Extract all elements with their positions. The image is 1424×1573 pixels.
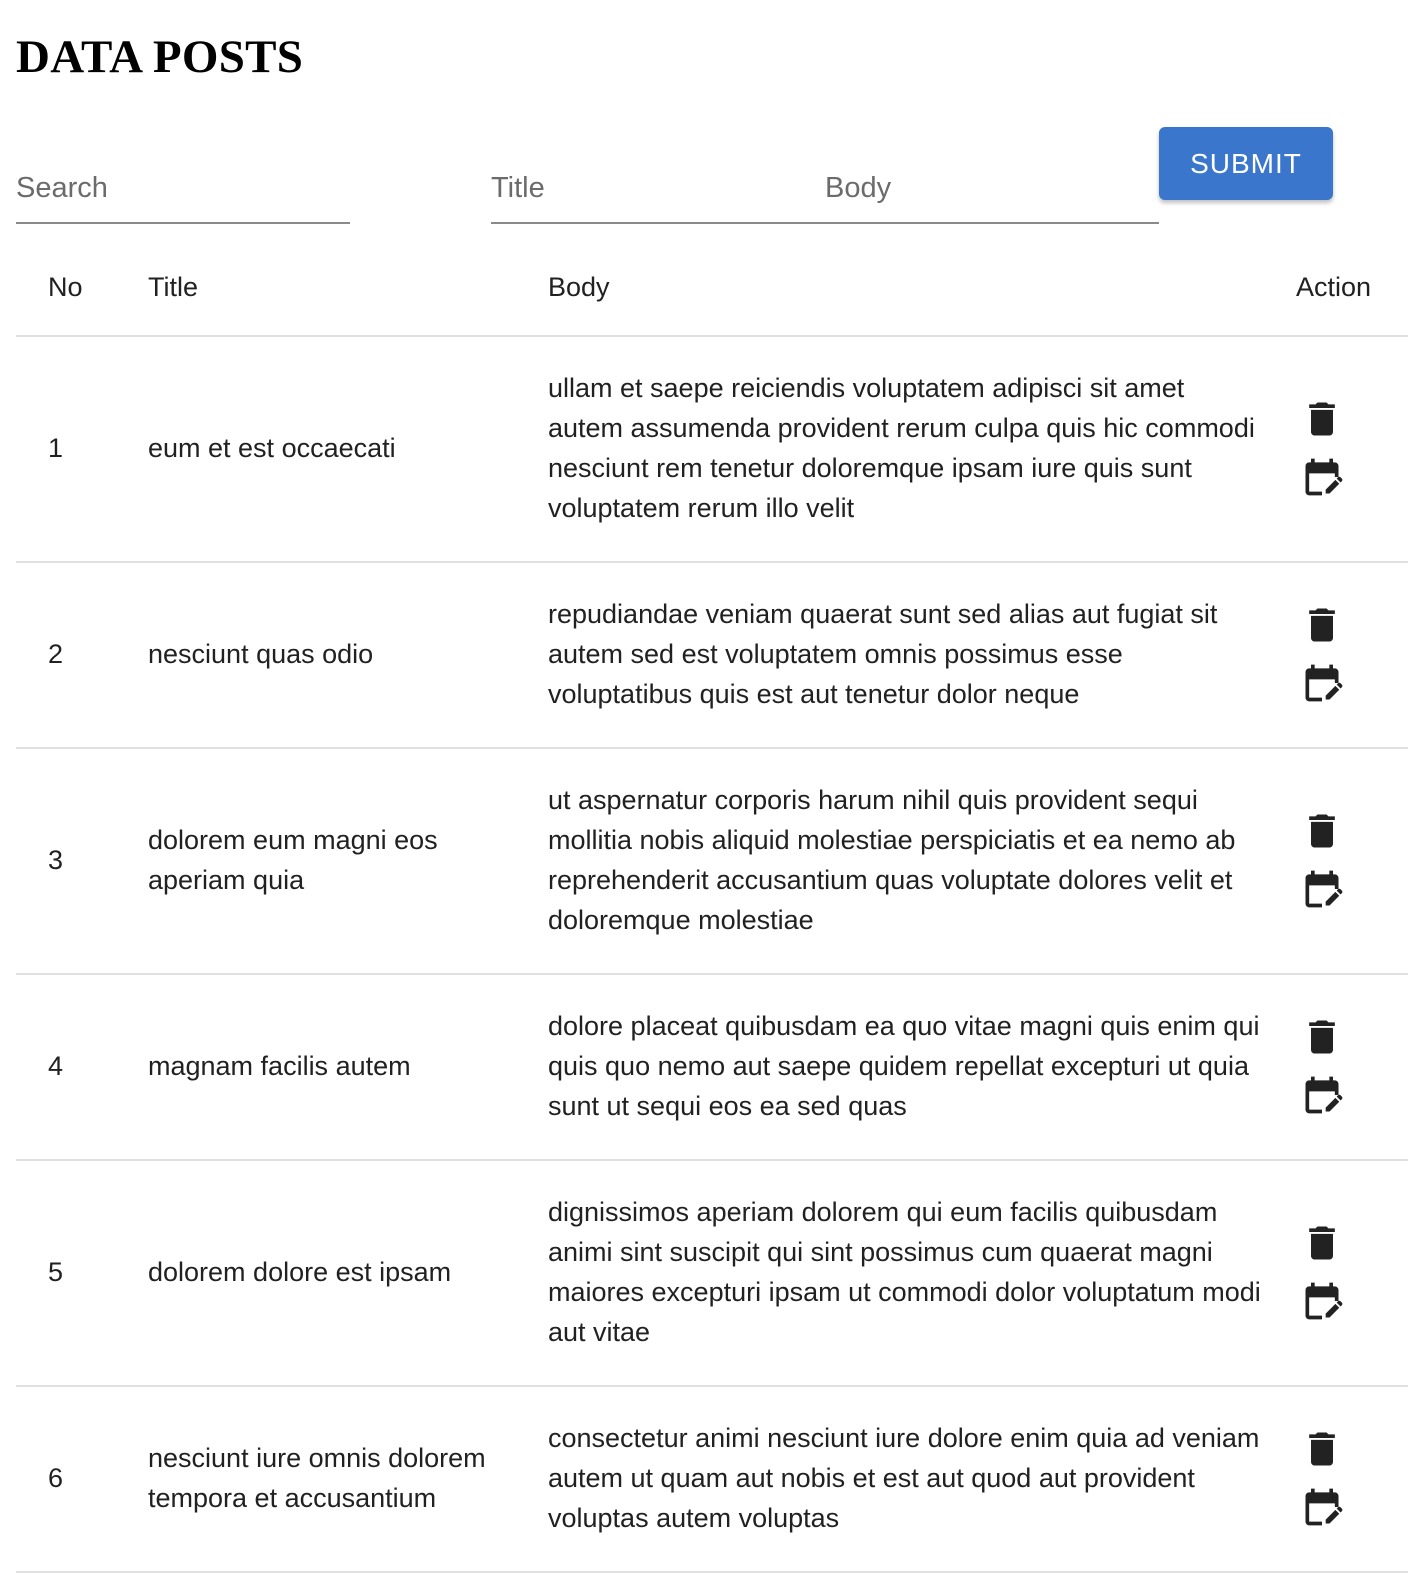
- title-input[interactable]: [491, 180, 825, 222]
- table-row: 1 eum et est occaecati ullam et saepe reic…: [16, 336, 1408, 563]
- body-input[interactable]: [825, 180, 1159, 222]
- row-title: eum et est occaecati: [132, 336, 532, 563]
- row-no: 5: [16, 1160, 132, 1387]
- posts-table: No Title Body Action 1 eum et est occaeca…: [16, 240, 1408, 1573]
- row-body: consectetur animi nesciunt iure dolore e…: [532, 1386, 1280, 1573]
- submit-button[interactable]: SUBMIT: [1159, 127, 1333, 200]
- page-title: DATA POSTS: [16, 31, 304, 83]
- body-field[interactable]: Body: [825, 150, 1159, 224]
- table-row: 3 dolorem eum magni eos aperiam quia ut as…: [16, 748, 1408, 975]
- delete-icon[interactable]: [1300, 809, 1344, 853]
- header-body: Body: [532, 240, 1280, 337]
- row-title: nesciunt iure omnis dolorem tempora et a…: [132, 1386, 532, 1573]
- row-title: dolorem dolore est ipsam: [132, 1160, 532, 1387]
- row-body: dolore placeat quibusdam ea quo vitae ma…: [532, 974, 1280, 1161]
- delete-icon[interactable]: [1300, 603, 1344, 647]
- row-no: 2: [16, 562, 132, 749]
- delete-icon[interactable]: [1300, 397, 1344, 441]
- row-body: ullam et saepe reiciendis voluptatem adi…: [532, 336, 1280, 563]
- search-field[interactable]: Search: [16, 150, 350, 224]
- delete-icon[interactable]: [1300, 1015, 1344, 1059]
- table-row: 4 magnam facilis autem dolore placeat quib…: [16, 974, 1408, 1161]
- row-no: 6: [16, 1386, 132, 1573]
- row-actions: [1280, 1160, 1408, 1387]
- edit-calendar-icon[interactable]: [1300, 1485, 1344, 1529]
- row-body: ut aspernatur corporis harum nihil quis …: [532, 748, 1280, 975]
- row-title: dolorem eum magni eos aperiam quia: [132, 748, 532, 975]
- edit-calendar-icon[interactable]: [1300, 867, 1344, 911]
- table-header-row: No Title Body Action: [16, 240, 1408, 337]
- edit-calendar-icon[interactable]: [1300, 455, 1344, 499]
- edit-calendar-icon[interactable]: [1300, 1279, 1344, 1323]
- row-body: repudiandae veniam quaerat sunt sed alia…: [532, 562, 1280, 749]
- row-actions: [1280, 974, 1408, 1161]
- table-row: 2 nesciunt quas odio repudiandae veniam qu…: [16, 562, 1408, 749]
- row-actions: [1280, 1386, 1408, 1573]
- search-input[interactable]: [16, 180, 350, 222]
- edit-calendar-icon[interactable]: [1300, 1073, 1344, 1117]
- row-no: 4: [16, 974, 132, 1161]
- row-actions: [1280, 748, 1408, 975]
- delete-icon[interactable]: [1300, 1427, 1344, 1471]
- table-row: 6 nesciunt iure omnis dolorem tempora et …: [16, 1386, 1408, 1573]
- header-title: Title: [132, 240, 532, 337]
- row-body: dignissimos aperiam dolorem qui eum faci…: [532, 1160, 1280, 1387]
- table-row: 5 dolorem dolore est ipsam dignissimos ape…: [16, 1160, 1408, 1387]
- edit-calendar-icon[interactable]: [1300, 661, 1344, 705]
- delete-icon[interactable]: [1300, 1221, 1344, 1265]
- row-title: nesciunt quas odio: [132, 562, 532, 749]
- row-no: 1: [16, 336, 132, 563]
- row-actions: [1280, 562, 1408, 749]
- title-field[interactable]: Title: [491, 150, 825, 224]
- row-title: magnam facilis autem: [132, 974, 532, 1161]
- row-actions: [1280, 336, 1408, 563]
- header-no: No: [16, 240, 132, 337]
- row-no: 3: [16, 748, 132, 975]
- header-action: Action: [1280, 240, 1408, 337]
